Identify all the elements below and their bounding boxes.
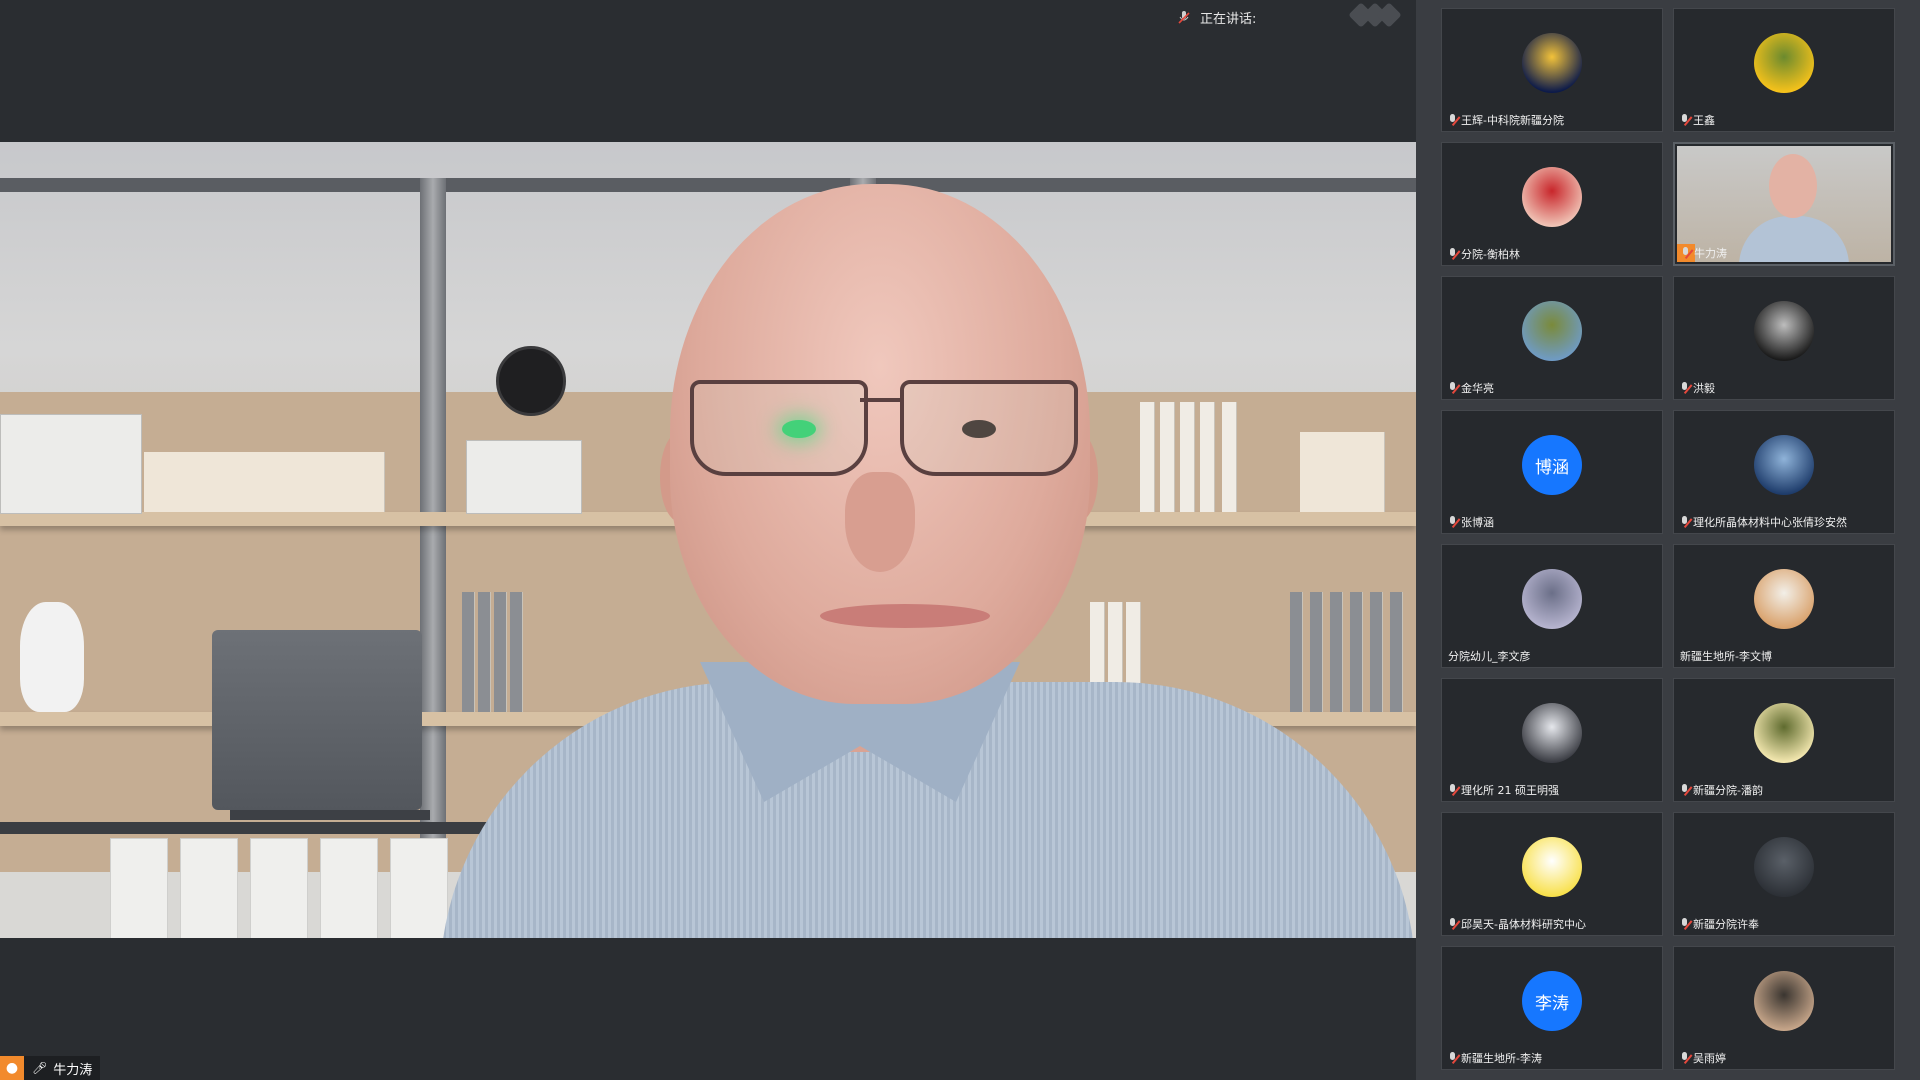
participant-tile[interactable]: 洪毅 <box>1673 276 1895 400</box>
participant-name: 王辉-中科院新疆分院 <box>1461 114 1564 127</box>
mic-icon <box>1681 247 1690 259</box>
main-video[interactable] <box>0 142 1416 938</box>
participant-name: 分院-衡柏林 <box>1461 248 1520 261</box>
participant-name-tag: 张博涵 <box>1448 514 1494 530</box>
participant-avatar <box>1754 837 1814 897</box>
participant-avatar <box>1522 167 1582 227</box>
participant-name: 张博涵 <box>1461 516 1494 529</box>
participant-tile[interactable]: 理化所 21 硕王明强 <box>1441 678 1663 802</box>
participant-name-tag: 新疆生地所-李涛 <box>1448 1050 1542 1066</box>
participant-name: 王鑫 <box>1693 114 1715 127</box>
participant-name: 牛力涛 <box>1694 247 1727 260</box>
speaker-name: 牛力涛 <box>53 1062 93 1078</box>
participant-avatar: 博涵 <box>1522 435 1582 495</box>
participant-tile[interactable]: 王辉-中科院新疆分院 <box>1441 8 1663 132</box>
participant-name: 金华亮 <box>1461 382 1494 395</box>
muted-mic-icon <box>1680 114 1689 126</box>
muted-mic-icon <box>1680 918 1689 930</box>
muted-mic-icon <box>1178 10 1190 24</box>
participant-name: 分院幼儿_李文彦 <box>1448 650 1531 663</box>
muted-mic-icon <box>1448 382 1457 394</box>
participant-name-tag: 分院-衡柏林 <box>1448 246 1520 262</box>
participant-avatar <box>1754 435 1814 495</box>
participant-tile[interactable]: 新疆生地所-李文博 <box>1673 544 1895 668</box>
participant-name: 新疆分院-潘韵 <box>1693 784 1763 797</box>
muted-mic-icon <box>1448 248 1457 260</box>
participant-name: 邱昊天-晶体材料研究中心 <box>1461 918 1586 931</box>
participant-avatar: 李涛 <box>1522 971 1582 1031</box>
participant-name: 理化所晶体材料中心张倩珍安然 <box>1693 516 1847 529</box>
participant-avatar <box>1754 703 1814 763</box>
participant-name-tag: 新疆生地所-李文博 <box>1680 648 1772 664</box>
muted-mic-icon <box>1448 918 1457 930</box>
muted-mic-icon <box>1680 1052 1689 1064</box>
participant-tile[interactable]: 吴雨婷 <box>1673 946 1895 1070</box>
participant-name: 吴雨婷 <box>1693 1052 1726 1065</box>
participant-tile[interactable]: 分院幼儿_李文彦 <box>1441 544 1663 668</box>
main-stage: 正在讲话: ● 🎤︎ 牛力涛 <box>0 0 1416 1080</box>
muted-mic-icon <box>1448 784 1457 796</box>
muted-mic-icon <box>1680 382 1689 394</box>
participant-name-tag: 王辉-中科院新疆分院 <box>1448 112 1564 128</box>
participant-tile[interactable]: 新疆分院-潘韵 <box>1673 678 1895 802</box>
participant-name-tag: 理化所 21 硕王明强 <box>1448 782 1559 798</box>
participant-name-tag: 分院幼儿_李文彦 <box>1448 648 1531 664</box>
muted-mic-icon <box>1448 1052 1457 1064</box>
participant-tile[interactable]: 理化所晶体材料中心张倩珍安然 <box>1673 410 1895 534</box>
participant-avatar <box>1522 837 1582 897</box>
participant-name: 新疆分院许奉 <box>1693 918 1759 931</box>
participant-name: 洪毅 <box>1693 382 1715 395</box>
participant-name-tag: 邱昊天-晶体材料研究中心 <box>1448 916 1586 932</box>
speaking-label: 正在讲话: <box>1200 12 1257 27</box>
participant-avatar <box>1522 301 1582 361</box>
participant-avatar <box>1754 971 1814 1031</box>
participant-name: 理化所 21 硕王明强 <box>1461 784 1559 797</box>
speaking-indicator: 正在讲话: <box>1178 8 1256 27</box>
participant-avatar <box>1522 33 1582 93</box>
participant-tile[interactable]: 邱昊天-晶体材料研究中心 <box>1441 812 1663 936</box>
participant-name-tag: 洪毅 <box>1680 380 1715 396</box>
participant-avatar <box>1754 569 1814 629</box>
participant-avatar <box>1522 703 1582 763</box>
participant-name-tag: 王鑫 <box>1680 112 1715 128</box>
muted-mic-icon <box>1448 516 1457 528</box>
participant-avatar <box>1522 569 1582 629</box>
participant-name: 新疆生地所-李涛 <box>1461 1052 1542 1065</box>
participant-gallery: 王辉-中科院新疆分院 王鑫 分院-衡柏林 牛力涛 金华亮 洪毅 博涵 张博涵 理化所晶体材料中心… <box>1416 0 1920 1080</box>
participant-avatar <box>1754 301 1814 361</box>
participant-tile[interactable]: 新疆分院许奉 <box>1673 812 1895 936</box>
muted-mic-icon <box>1680 516 1689 528</box>
participant-tile[interactable]: 分院-衡柏林 <box>1441 142 1663 266</box>
participant-name: 新疆生地所-李文博 <box>1680 650 1772 663</box>
participant-tile[interactable]: 李涛新疆生地所-李涛 <box>1441 946 1663 1070</box>
participant-name-tag: 理化所晶体材料中心张倩珍安然 <box>1680 514 1847 530</box>
participant-name-tag: 新疆分院许奉 <box>1680 916 1759 932</box>
participant-name-tag: 吴雨婷 <box>1680 1050 1726 1066</box>
participant-name-tag: 牛力涛 <box>1681 245 1727 261</box>
participant-name-tag: 新疆分院-潘韵 <box>1680 782 1763 798</box>
host-user-icon: ● <box>0 1056 24 1080</box>
participant-tile[interactable]: 博涵张博涵 <box>1441 410 1663 534</box>
muted-mic-icon <box>1448 114 1457 126</box>
mic-icon: 🎤︎ <box>32 1061 48 1075</box>
participant-avatar <box>1754 33 1814 93</box>
network-signal-icon <box>1348 2 1402 28</box>
participant-tile[interactable]: 金华亮 <box>1441 276 1663 400</box>
main-video-name-tag: ● 🎤︎ 牛力涛 <box>0 1056 101 1080</box>
participant-name-tag: 金华亮 <box>1448 380 1494 396</box>
participant-tile[interactable]: 牛力涛 <box>1673 142 1895 266</box>
muted-mic-icon <box>1680 784 1689 796</box>
participant-tile[interactable]: 王鑫 <box>1673 8 1895 132</box>
